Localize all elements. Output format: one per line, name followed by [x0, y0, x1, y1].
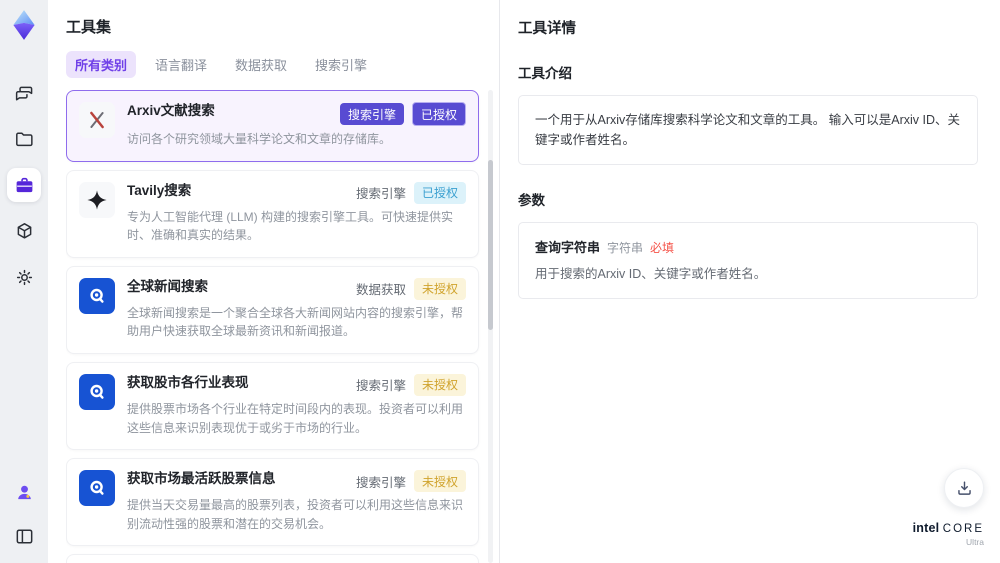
sidebar-item-avatar[interactable]	[7, 475, 41, 509]
blue-search-tool-icon	[79, 470, 115, 507]
category-tab[interactable]: 所有类别	[66, 51, 137, 78]
tool-category-badge: 搜索引擎	[355, 379, 406, 394]
tool-category-badge: 搜索引擎	[355, 475, 406, 490]
tool-list-pane: 工具集 所有类别 语言翻译 数据获取 搜索引擎 Arxiv文献搜索 搜索引擎 已授权 …	[48, 0, 500, 563]
tool-card[interactable]: Arxiv文献搜索 搜索引擎 已授权 访问各个研究领域大量科学论文和文章的存储库…	[66, 90, 479, 162]
sidebar-item-collapse-panel[interactable]	[7, 519, 41, 553]
cube-icon	[14, 221, 35, 242]
blue-search-tool-icon	[79, 277, 115, 314]
app-root: 工具集 所有类别 语言翻译 数据获取 搜索引擎 Arxiv文献搜索 搜索引擎 已授权 …	[0, 0, 1000, 563]
tool-card[interactable]: 万维地区新闻查询 搜索引擎 未授权 查询具体行政区划内的新闻，快速了解各地新闻动…	[66, 554, 479, 563]
tool-category-badge: 搜索引擎	[355, 187, 406, 202]
category-tab[interactable]: 语言翻译	[146, 51, 216, 78]
tavily-tool-icon	[79, 181, 115, 218]
tool-intro-box: 一个用于从Arxiv存储库搜索科学论文和文章的工具。 输入可以是Arxiv ID…	[518, 95, 978, 165]
tool-intro-text: 一个用于从Arxiv存储库搜索科学论文和文章的工具。 输入可以是Arxiv ID…	[535, 113, 961, 147]
tool-list: Arxiv文献搜索 搜索引擎 已授权 访问各个研究领域大量科学论文和文章的存储库…	[66, 90, 499, 563]
folder-icon	[14, 129, 35, 150]
sidebar-item-chat[interactable]	[7, 76, 41, 110]
page-title: 工具集	[66, 19, 112, 36]
tool-name: 获取股市各行业表现	[127, 374, 249, 390]
param-name: 查询字符串	[535, 240, 601, 255]
scrollbar-thumb[interactable]	[488, 160, 493, 330]
tool-description: 专为人工智能代理 (LLM) 构建的搜索引擎工具。可快速提供实时、准确和真实的结…	[127, 209, 454, 243]
sidebar-item-cube[interactable]	[7, 214, 41, 248]
sidebar-item-settings[interactable]	[7, 260, 41, 294]
toolbox-icon	[14, 175, 35, 196]
collapse-panel-icon	[14, 526, 35, 547]
param-description: 用于搜索的Arxiv ID、关键字或作者姓名。	[535, 267, 767, 281]
category-tab[interactable]: 搜索引擎	[306, 51, 376, 78]
intel-core-logo: intel CORE Ultra	[912, 520, 984, 547]
main-content: 工具集 所有类别 语言翻译 数据获取 搜索引擎 Arxiv文献搜索 搜索引擎 已授权 …	[48, 0, 1000, 563]
tool-auth-badge: 已授权	[413, 181, 466, 204]
tool-category-badge: 数据获取	[355, 283, 406, 298]
category-tabs: 所有类别 语言翻译 数据获取 搜索引擎	[66, 51, 499, 78]
sidebar-bottom	[7, 475, 41, 553]
param-box: 查询字符串 字符串 必填 用于搜索的Arxiv ID、关键字或作者姓名。	[518, 222, 978, 299]
tool-description: 访问各个研究领域大量科学论文和文章的存储库。	[127, 132, 392, 146]
tool-name: 全球新闻搜索	[127, 278, 208, 294]
tool-category-badge: 搜索引擎	[339, 103, 404, 125]
tool-cards: Arxiv文献搜索 搜索引擎 已授权 访问各个研究领域大量科学论文和文章的存储库…	[66, 90, 479, 563]
blue-search-tool-icon	[79, 373, 115, 410]
tool-card[interactable]: 获取市场最活跃股票信息 搜索引擎 未授权 提供当天交易量最高的股票列表，投资者可…	[66, 458, 479, 547]
param-required-badge: 必填	[650, 241, 675, 255]
tool-description: 提供股票市场各个行业在特定时间段内的表现。投资者可以利用这些信息来识别表现优于或…	[127, 401, 464, 435]
tool-name: 获取市场最活跃股票信息	[127, 471, 276, 487]
tool-name: Arxiv文献搜索	[127, 103, 215, 118]
arxiv-tool-icon	[79, 102, 115, 138]
chat-icon	[14, 83, 35, 104]
params-section-title: 参数	[518, 193, 545, 208]
tool-description: 提供当天交易量最高的股票列表，投资者可以利用这些信息来识别流动性强的股票和潜在的…	[127, 498, 464, 531]
tool-card[interactable]: 全球新闻搜索 数据获取 未授权 全球新闻搜索是一个聚合全球各大新闻网站内容的搜索…	[66, 265, 479, 354]
core-wordmark: CORE	[942, 522, 984, 535]
param-type: 字符串	[607, 241, 644, 255]
params-list: 查询字符串 字符串 必填 用于搜索的Arxiv ID、关键字或作者姓名。	[518, 222, 978, 299]
avatar-icon	[14, 482, 35, 503]
tool-description: 全球新闻搜索是一个聚合全球各大新闻网站内容的搜索引擎，帮助用户快速获取全球最新资…	[127, 305, 464, 339]
sidebar-item-toolbox[interactable]	[7, 168, 41, 202]
tool-auth-badge: 未授权	[413, 277, 466, 300]
intro-section-title: 工具介绍	[518, 66, 572, 81]
tool-auth-badge: 未授权	[413, 373, 466, 396]
app-logo-icon[interactable]	[7, 8, 41, 42]
download-button[interactable]	[944, 468, 984, 508]
tool-auth-badge: 未授权	[413, 470, 466, 493]
intel-wordmark: intel	[912, 520, 940, 535]
sidebar-nav	[7, 76, 41, 294]
tool-name: Tavily搜索	[127, 182, 192, 198]
tool-detail-pane: 工具详情 工具介绍 一个用于从Arxiv存储库搜索科学论文和文章的工具。 输入可…	[500, 0, 1000, 563]
tool-card[interactable]: 获取股市各行业表现 搜索引擎 未授权 提供股票市场各个行业在特定时间段内的表现。…	[66, 361, 479, 451]
category-tab[interactable]: 数据获取	[226, 51, 296, 78]
sidebar	[0, 0, 48, 563]
tool-card[interactable]: Tavily搜索 搜索引擎 已授权 专为人工智能代理 (LLM) 构建的搜索引擎…	[66, 169, 479, 258]
settings-icon	[14, 267, 35, 288]
brand-sub-text: Ultra	[966, 536, 984, 547]
detail-pane-title: 工具详情	[518, 21, 576, 37]
tool-auth-badge: 已授权	[411, 102, 466, 126]
download-icon	[957, 480, 971, 495]
sidebar-item-folder[interactable]	[7, 122, 41, 156]
scrollbar[interactable]	[488, 90, 493, 563]
